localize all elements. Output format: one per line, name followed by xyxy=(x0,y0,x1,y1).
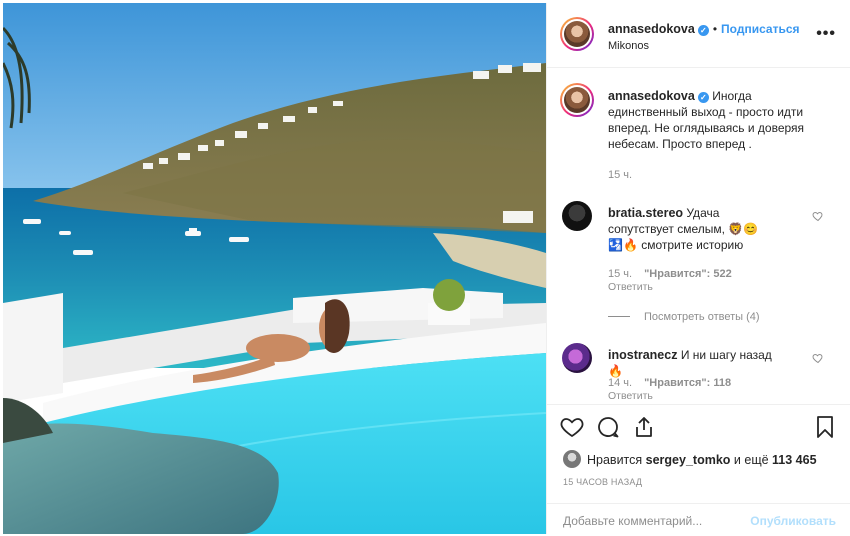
verified-badge-icon: ✓ xyxy=(697,92,709,103)
comments-area[interactable]: annasedokova ✓ Иногда единственный выход … xyxy=(547,69,850,404)
separator-dot: • xyxy=(712,22,718,36)
heart-icon[interactable] xyxy=(560,415,584,439)
reply-button[interactable]: Ответить xyxy=(608,281,653,293)
caption-time[interactable]: 15 ч. xyxy=(608,169,632,181)
comment-time[interactable]: 14 ч. xyxy=(608,377,632,389)
comment-username[interactable]: bratia.stereo xyxy=(608,206,683,220)
comment-meta: 15 ч. "Нравится": 522 xyxy=(608,268,744,280)
location-link[interactable]: Mikonos xyxy=(608,40,649,52)
comment-likes-count[interactable]: "Нравится": 118 xyxy=(644,377,731,389)
comment-time[interactable]: 15 ч. xyxy=(608,268,632,280)
caption-username[interactable]: annasedokova xyxy=(608,89,695,103)
caption-avatar[interactable] xyxy=(560,83,594,117)
header-user-line: annasedokova ✓ • Подписаться xyxy=(608,22,800,36)
replies-divider-line xyxy=(608,316,630,317)
comment-input[interactable]: Добавьте комментарий... xyxy=(563,514,702,528)
publish-button[interactable]: Опубликовать xyxy=(750,514,836,528)
commenter-avatar[interactable] xyxy=(562,343,592,373)
post-side-panel: annasedokova ✓ • Подписаться Mikonos ••• an… xyxy=(546,3,850,534)
likes-prefix: Нравится xyxy=(587,453,643,467)
comment-text-wrap: inostranecz И ни шагу назад🔥 xyxy=(608,347,778,379)
reply-button[interactable]: Ответить xyxy=(608,390,653,402)
post-photo[interactable] xyxy=(3,3,546,534)
share-icon[interactable] xyxy=(632,415,656,439)
post-timestamp[interactable]: 15 ЧАСОВ НАЗАД xyxy=(563,477,642,487)
post-header: annasedokova ✓ • Подписаться Mikonos ••• xyxy=(547,3,850,68)
comment-likes-count[interactable]: "Нравится": 522 xyxy=(644,268,732,280)
verified-badge-icon: ✓ xyxy=(697,25,709,36)
view-replies-button[interactable]: Посмотреть ответы (4) xyxy=(608,311,760,323)
bookmark-icon[interactable] xyxy=(813,415,837,439)
commenter-avatar[interactable] xyxy=(562,201,592,231)
likes-middle: и ещё xyxy=(733,453,769,467)
liker-avatar xyxy=(563,450,581,468)
likes-count[interactable]: 113 465 xyxy=(772,453,817,467)
liker-username[interactable]: sergey_tomko xyxy=(646,453,731,467)
author-avatar[interactable] xyxy=(560,17,594,51)
comment-username[interactable]: inostranecz xyxy=(608,348,677,362)
comment-like-heart-icon[interactable] xyxy=(812,352,824,364)
comment-like-heart-icon[interactable] xyxy=(812,210,824,222)
add-comment-bar: Добавьте комментарий... Опубликовать xyxy=(547,503,850,534)
photo-scene xyxy=(3,3,546,534)
likes-summary[interactable]: Нравится sergey_tomko и ещё 113 465 xyxy=(563,450,817,468)
comment-text-wrap: bratia.stereo Удача сопутствует смелым, … xyxy=(608,205,768,253)
caption-text-wrap: annasedokova ✓ Иногда единственный выход … xyxy=(608,88,813,152)
more-options-icon[interactable]: ••• xyxy=(816,25,836,43)
follow-button[interactable]: Подписаться xyxy=(721,22,799,36)
comment-icon[interactable] xyxy=(596,415,620,439)
author-username[interactable]: annasedokova xyxy=(608,22,695,36)
comment-meta: 14 ч. "Нравится": 118 xyxy=(608,377,743,389)
